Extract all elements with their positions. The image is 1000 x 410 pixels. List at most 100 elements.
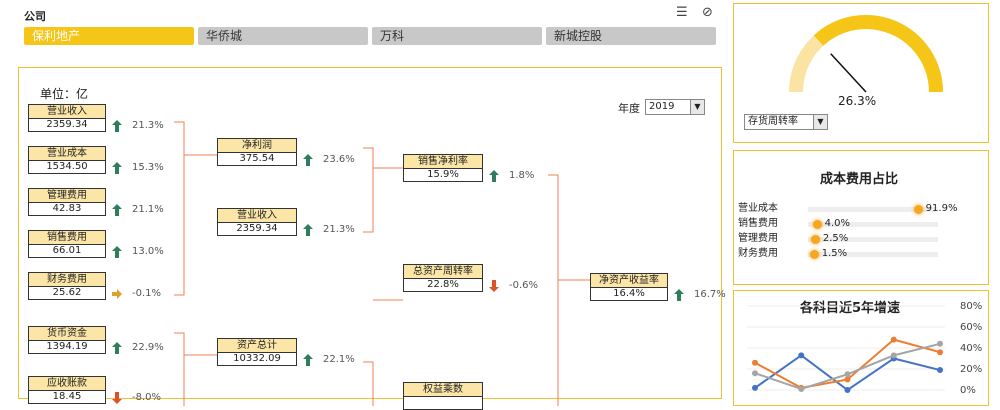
metric-value: 375.54	[217, 152, 297, 166]
y-tick-label: 60%	[960, 322, 982, 333]
data-point	[752, 370, 758, 377]
metric-card: 营业收入 2359.34	[28, 104, 106, 132]
cost-bar-dot	[812, 220, 822, 229]
data-point	[890, 352, 897, 359]
arrow-up-icon	[674, 289, 684, 301]
arrow-up-icon	[112, 342, 122, 354]
metric-title: 净资产收益率	[590, 273, 668, 287]
cost-label: 管理费用	[738, 233, 778, 244]
cost-value: 91.9%	[925, 203, 958, 214]
data-point	[844, 371, 851, 378]
metric-value: 1394.19	[28, 340, 106, 354]
metric-card: 营业收入 2359.34	[217, 208, 297, 236]
metric-card: 净资产收益率 16.4%	[590, 273, 668, 301]
data-point	[937, 367, 943, 374]
cost-row: 管理费用 2.5%	[738, 232, 978, 246]
cost-row: 营业成本 91.9%	[738, 202, 978, 216]
cost-label: 营业成本	[738, 203, 778, 214]
arrow-up-icon	[112, 246, 122, 258]
metric-card: 销售净利率 15.9%	[403, 154, 483, 182]
metric-change: 13.0%	[132, 246, 164, 257]
metric-value: 16.4%	[590, 287, 668, 301]
metric-change: 21.3%	[323, 224, 355, 235]
gauge-chart	[789, 15, 943, 93]
metric-card: 财务费用 25.62	[28, 272, 106, 300]
metric-title: 权益乘数	[403, 382, 483, 396]
metric-dropdown[interactable]: 存货周转率 ▼	[744, 114, 828, 130]
metric-card: 管理费用 42.83	[28, 188, 106, 216]
cost-row: 财务费用 1.5%	[738, 247, 978, 261]
metric-change: -0.1%	[132, 288, 162, 299]
metric-title: 营业收入	[217, 208, 297, 222]
arrow-up-icon	[303, 154, 313, 166]
metric-value: 66.01	[28, 244, 106, 258]
metric-change: -0.6%	[509, 280, 539, 291]
metric-value	[403, 396, 483, 410]
arrow-up-icon	[303, 224, 313, 236]
metric-value: 10332.09	[217, 352, 297, 366]
metric-change: 23.6%	[323, 154, 355, 165]
cost-bar-dot	[810, 235, 820, 244]
data-point	[798, 385, 805, 392]
data-point	[844, 387, 851, 393]
metric-value: 25.62	[28, 286, 106, 300]
data-point	[844, 376, 851, 383]
arrow-up-icon	[112, 204, 122, 216]
growth-chart: 80% 60% 40% 20% 0%	[747, 301, 982, 396]
metric-change: 16.7%	[694, 289, 726, 300]
metric-title: 应收账款	[28, 376, 106, 390]
metric-card: 总资产周转率 22.8%	[403, 264, 483, 292]
metric-title: 管理费用	[28, 188, 106, 202]
metric-value: 42.83	[28, 202, 106, 216]
arrow-up-icon	[489, 170, 499, 182]
arrow-up-icon	[112, 120, 122, 132]
metric-card: 销售费用 66.01	[28, 230, 106, 258]
data-point	[798, 352, 805, 359]
metric-card: 资产总计 10332.09	[217, 338, 297, 366]
chevron-down-icon[interactable]: ▼	[813, 115, 827, 129]
metric-card: 货币资金 1394.19	[28, 326, 106, 354]
arrow-right-icon	[112, 289, 122, 299]
cost-label: 销售费用	[738, 218, 778, 229]
cost-value: 4.0%	[824, 218, 850, 229]
metric-title: 货币资金	[28, 326, 106, 340]
data-point	[937, 349, 943, 356]
metric-change: -8.0%	[132, 392, 162, 403]
metric-title: 营业成本	[28, 146, 106, 160]
metric-change: 21.1%	[132, 204, 164, 215]
metric-value: 18.45	[28, 390, 106, 404]
gauge-value: 26.3%	[838, 94, 877, 108]
cost-value: 2.5%	[822, 233, 849, 244]
metric-value: 2359.34	[217, 222, 297, 236]
metric-change: 22.9%	[132, 342, 164, 353]
y-tick-label: 20%	[960, 364, 982, 375]
cost-bar-dot	[809, 250, 819, 259]
metric-value: 1534.50	[28, 160, 106, 174]
metric-title: 销售净利率	[403, 154, 483, 168]
metric-change: 15.3%	[132, 162, 164, 173]
data-point	[890, 336, 897, 343]
connector-lines	[174, 121, 590, 406]
cost-label: 财务费用	[738, 248, 778, 259]
metric-value: 2359.34	[28, 118, 106, 132]
gauge-fill	[813, 15, 943, 93]
gauge-needle	[830, 53, 867, 93]
metric-card: 应收账款 18.45	[28, 376, 106, 404]
metric-value: 15.9%	[403, 168, 483, 182]
cost-bar-dot	[913, 205, 923, 214]
arrow-down-icon	[112, 392, 122, 404]
data-point	[752, 384, 758, 391]
arrow-down-icon	[489, 280, 499, 292]
metric-change: 21.3%	[132, 120, 164, 131]
metric-title: 销售费用	[28, 230, 106, 244]
cost-ratio-title: 成本费用占比	[820, 172, 899, 187]
metric-value: 22.8%	[403, 278, 483, 292]
metric-title: 净利润	[217, 138, 297, 152]
y-tick-label: 80%	[960, 301, 982, 312]
data-point	[752, 359, 758, 366]
metric-card: 营业成本 1534.50	[28, 146, 106, 174]
metric-card: 净利润 375.54	[217, 138, 297, 166]
metric-title: 资产总计	[217, 338, 297, 352]
metric-title: 营业收入	[28, 104, 106, 118]
arrow-up-icon	[112, 162, 122, 174]
